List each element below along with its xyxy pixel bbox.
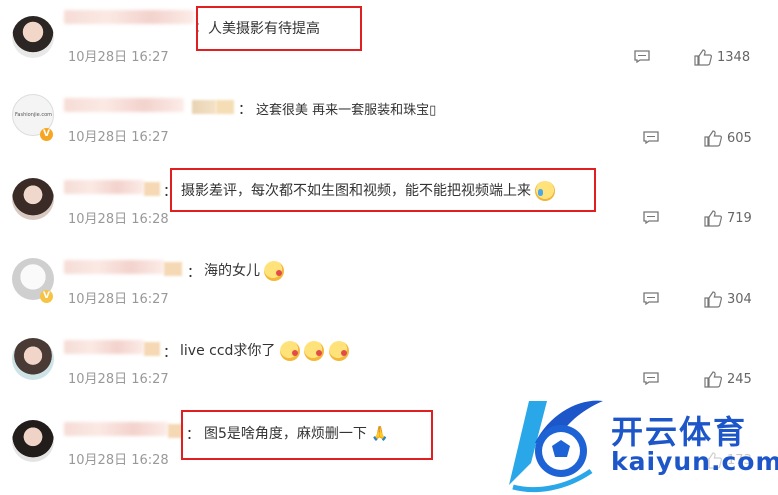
comment-time: 10月28日 16:27 xyxy=(68,130,169,145)
username-blurred[interactable] xyxy=(64,422,168,436)
like-button[interactable]: 245 xyxy=(704,370,752,388)
username-blurred[interactable] xyxy=(64,10,194,24)
comment-icon[interactable] xyxy=(643,211,659,224)
avatar[interactable] xyxy=(12,420,54,462)
comment-time: 10月28日 16:28 xyxy=(68,453,169,468)
comment-icon[interactable] xyxy=(643,372,659,385)
thumbs-up-icon xyxy=(704,209,722,227)
highlight-box xyxy=(181,410,433,460)
like-button[interactable]: 719 xyxy=(704,209,752,227)
username-blurred xyxy=(192,100,216,114)
thumbs-up-icon xyxy=(704,129,722,147)
comment-item: Fashionjie.com V ： 这套很美 再来一套服装和珠宝▯ 10月28… xyxy=(0,82,778,162)
like-button[interactable]: 1348 xyxy=(694,48,750,66)
comment-item: ： 人美摄影有待提高 10月28日 16:27 1348 xyxy=(0,0,778,80)
comment-icon[interactable] xyxy=(634,50,650,63)
username-blurred[interactable] xyxy=(64,180,144,194)
avatar[interactable] xyxy=(12,16,54,58)
comment-icon[interactable] xyxy=(643,131,659,144)
avatar[interactable] xyxy=(12,178,54,220)
like-count: 605 xyxy=(727,130,752,146)
like-count: 304 xyxy=(727,291,752,307)
colon: ： xyxy=(238,102,252,118)
brand-logo-icon xyxy=(509,400,603,493)
kiss-emoji-icon xyxy=(304,341,325,361)
username-blurred xyxy=(164,262,182,276)
comment-time: 10月28日 16:28 xyxy=(68,212,169,227)
avatar-text: Fashionjie.com xyxy=(15,112,52,118)
highlight-box xyxy=(170,168,596,212)
kiss-emoji-icon xyxy=(328,341,349,361)
colon: ： xyxy=(187,265,201,281)
comment-text: 这套很美 再来一套服装和珠宝▯ xyxy=(256,103,437,118)
thumbs-up-icon xyxy=(704,290,722,308)
thumbs-up-icon xyxy=(704,370,722,388)
username-blurred[interactable] xyxy=(64,98,184,112)
verified-badge: V xyxy=(40,290,53,303)
username-blurred xyxy=(144,182,160,196)
username-blurred xyxy=(168,424,182,438)
like-count: 245 xyxy=(727,371,752,387)
username-blurred[interactable] xyxy=(64,340,144,354)
comment-text: live ccd求你了 xyxy=(180,340,349,361)
comment-text: 海的女儿 xyxy=(204,260,285,281)
avatar[interactable] xyxy=(12,338,54,380)
like-button[interactable]: 304 xyxy=(704,290,752,308)
comment-time: 10月28日 16:27 xyxy=(68,292,169,307)
thumbs-up-icon xyxy=(694,48,712,66)
watermark-url: kaiyun.com xyxy=(611,447,778,476)
username-blurred xyxy=(216,100,234,114)
highlight-box xyxy=(196,6,362,51)
kiss-emoji-icon xyxy=(264,261,285,281)
comment-item: ： 摄影差评，每次都不如生图和视频，能不能把视频端上来 10月28日 16:28… xyxy=(0,164,778,244)
comment-time: 10月28日 16:27 xyxy=(68,372,169,387)
like-count: 1348 xyxy=(717,49,751,65)
like-count: 719 xyxy=(727,210,752,226)
colon: ： xyxy=(163,345,177,361)
like-button[interactable]: 605 xyxy=(704,129,752,147)
verified-badge: V xyxy=(40,128,53,141)
watermark: 开云体育 kaiyun.com xyxy=(495,393,778,495)
kiss-emoji-icon xyxy=(279,341,300,361)
comment-item: V ： 海的女儿 10月28日 16:27 304 xyxy=(0,246,778,326)
comment-time: 10月28日 16:27 xyxy=(68,50,169,65)
username-blurred xyxy=(144,342,160,356)
comment-icon[interactable] xyxy=(643,292,659,305)
username-blurred[interactable] xyxy=(64,260,164,274)
